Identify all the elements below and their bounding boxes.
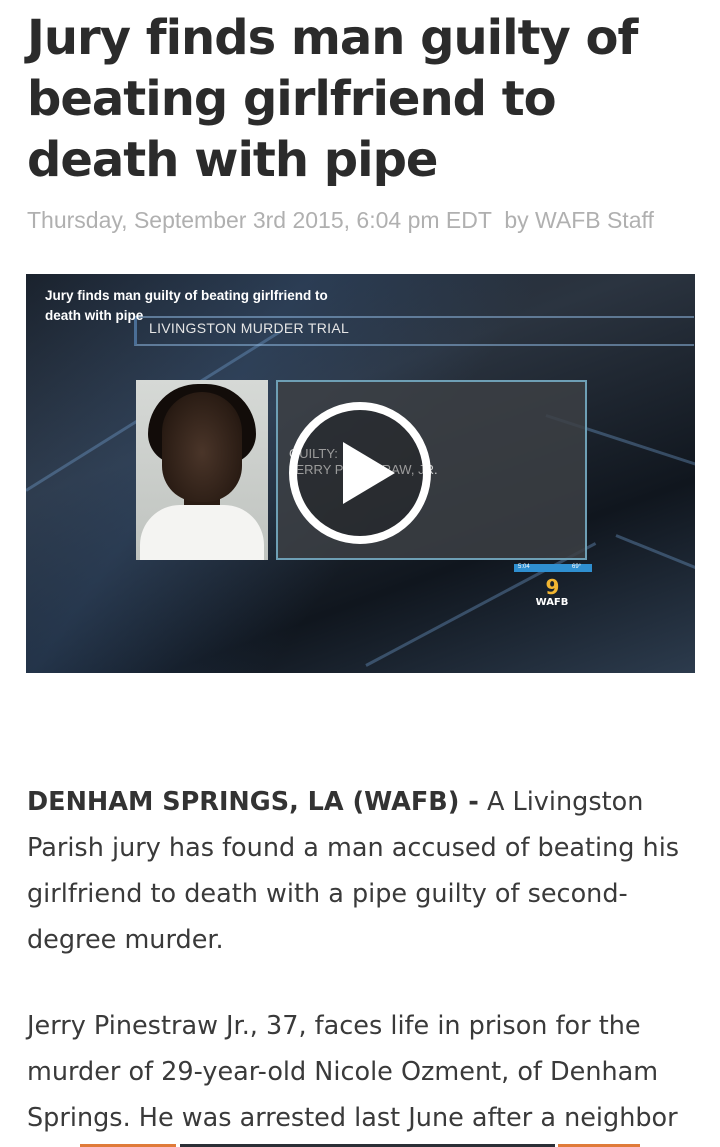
video-timebar: 5:04 69° xyxy=(514,564,592,572)
article-paragraph: DENHAM SPRINGS, LA (WAFB) - A Livingston… xyxy=(27,779,703,963)
station-call-letters: WAFB xyxy=(535,597,569,608)
article-headline: Jury finds man guilty of beating girlfri… xyxy=(27,10,638,188)
author-link[interactable]: by WAFB Staff xyxy=(504,207,654,233)
publish-date: Thursday, September 3rd 2015, 6:04 pm ED… xyxy=(27,207,492,233)
video-player[interactable]: LIVINGSTON MURDER TRIAL GUILTY: JERRY PI… xyxy=(26,274,695,673)
video-title: Jury finds man guilty of beating girlfri… xyxy=(45,288,328,323)
paragraph-text: Jerry Pinestraw Jr., 37, faces life in p… xyxy=(27,1011,678,1133)
article-paragraph: Jerry Pinestraw Jr., 37, faces life in p… xyxy=(27,1003,703,1141)
bottom-ad-strip xyxy=(0,1141,720,1147)
play-icon[interactable] xyxy=(289,402,431,544)
station-logo: 9 WAFB xyxy=(526,576,578,616)
mugshot-image xyxy=(136,380,268,560)
video-time: 5:04 xyxy=(518,564,530,570)
video-temperature: 69° xyxy=(572,564,582,570)
article-byline: Thursday, September 3rd 2015, 6:04 pm ED… xyxy=(27,207,707,234)
station-number: 9 xyxy=(545,575,560,599)
dateline: DENHAM SPRINGS, LA (WAFB) - xyxy=(27,787,479,817)
